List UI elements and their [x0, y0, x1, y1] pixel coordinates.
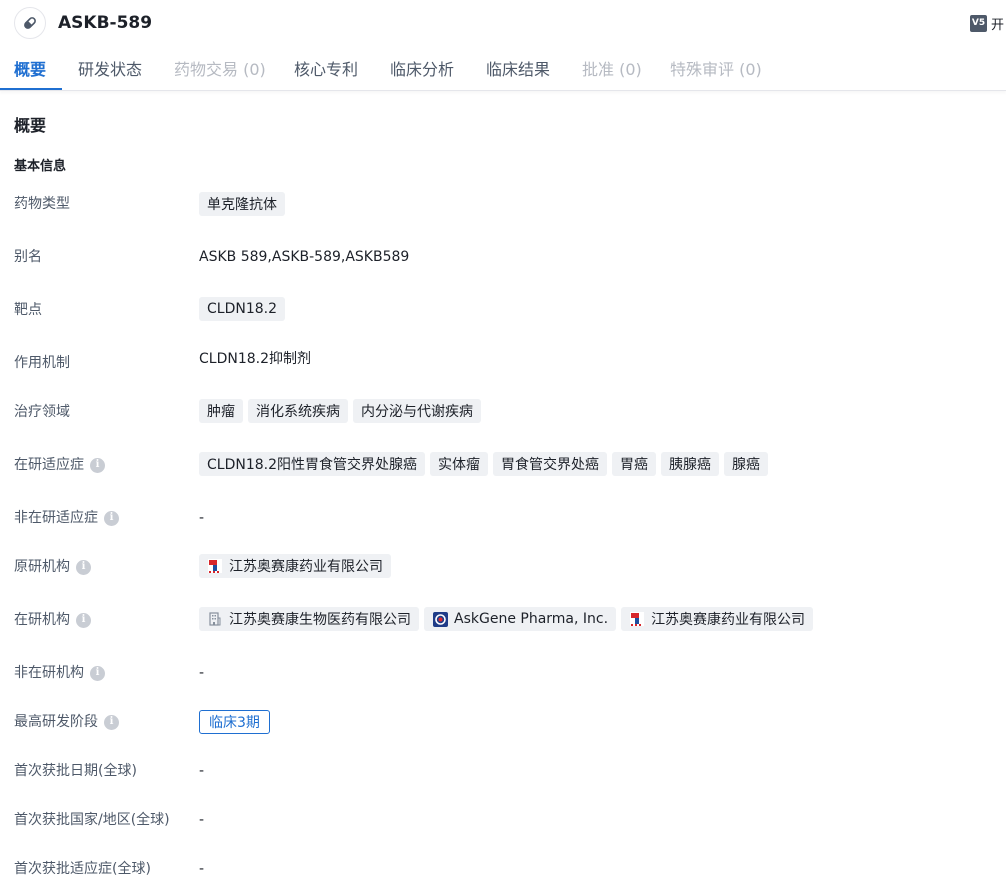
alias-text: ASKB 589,ASKB-589,ASKB589: [199, 249, 410, 265]
mechanism-value: CLDN18.2抑制剂: [199, 350, 311, 368]
org-tag[interactable]: 江苏奥赛康药业有限公司: [621, 607, 814, 631]
org-name: 江苏奥赛康药业有限公司: [229, 559, 383, 575]
highest-phase-value: 临床3期: [199, 710, 270, 734]
info-icon[interactable]: i: [90, 665, 105, 681]
indication-tag[interactable]: 实体瘤: [430, 452, 488, 476]
inactive-org-value: -: [199, 664, 204, 682]
drug-title: ASKB-589: [58, 13, 153, 33]
target-label: 靶点: [14, 302, 42, 318]
org-name: 江苏奥赛康药业有限公司: [651, 612, 806, 628]
drug-type-label: 药物类型: [14, 196, 70, 212]
first-approval-date-label: 首次获批日期(全球): [14, 763, 137, 779]
tab-clinical-analysis[interactable]: 临床分析: [390, 60, 454, 80]
tab-approvals[interactable]: 批准 (0): [582, 60, 642, 80]
first-approval-indication-label: 首次获批适应症(全球): [14, 861, 151, 877]
mechanism-label: 作用机制: [14, 355, 70, 371]
therapeutic-area-tag[interactable]: 肿瘤: [199, 399, 243, 423]
alias-label: 别名: [14, 249, 42, 265]
drug-type-value: 单克隆抗体: [199, 192, 285, 216]
first-approval-country-value: -: [199, 811, 204, 829]
aosaikang-logo-icon: [629, 611, 645, 627]
inactive-indication-label: 非在研适应症 i: [14, 509, 119, 527]
org-name: 江苏奥赛康生物医药有限公司: [229, 612, 411, 628]
version-label: 开: [991, 17, 1005, 33]
therapeutic-area-label: 治疗领域: [14, 404, 70, 420]
tab-bar: 概要 研发状态 药物交易 (0) 核心专利 临床分析 临床结果 批准 (0) 特…: [0, 52, 1006, 91]
info-icon[interactable]: i: [104, 714, 119, 730]
org-tag[interactable]: 江苏奥赛康生物医药有限公司: [199, 607, 419, 631]
first-approval-country-label: 首次获批国家/地区(全球): [14, 812, 170, 828]
indication-tag[interactable]: 胃食管交界处癌: [493, 452, 607, 476]
first-approval-country-text: -: [199, 812, 205, 828]
info-icon[interactable]: i: [76, 612, 91, 628]
first-approval-date-value: -: [199, 762, 204, 780]
page-header: ASKB-589 V5 开: [0, 0, 1006, 46]
active-tab-indicator: [0, 88, 62, 90]
first-approval-indication-value: -: [199, 860, 204, 878]
indication-tag[interactable]: 胰腺癌: [661, 452, 719, 476]
info-icon[interactable]: i: [76, 559, 91, 575]
info-icon[interactable]: i: [90, 457, 105, 473]
active-org-value: 江苏奥赛康生物医药有限公司 AskGene Pharma, Inc. 江苏奥赛康…: [199, 607, 814, 631]
tab-overview[interactable]: 概要: [14, 60, 46, 80]
therapeutic-area-value: 肿瘤 消化系统疾病 内分泌与代谢疾病: [199, 399, 481, 423]
inactive-org-label: 非在研机构 i: [14, 664, 105, 682]
tab-special-review[interactable]: 特殊审评 (0): [670, 60, 762, 80]
indication-tag[interactable]: 腺癌: [724, 452, 768, 476]
building-icon: [207, 611, 223, 627]
originator-label: 原研机构 i: [14, 558, 91, 576]
tab-clinical-results[interactable]: 临床结果: [486, 60, 550, 80]
org-name: AskGene Pharma, Inc.: [454, 611, 609, 627]
phase-tag[interactable]: 临床3期: [199, 710, 270, 734]
org-tag[interactable]: 江苏奥赛康药业有限公司: [199, 554, 391, 578]
inactive-indication-text: -: [199, 510, 205, 526]
askgene-logo-icon: [432, 611, 448, 627]
tab-rd-status[interactable]: 研发状态: [78, 60, 142, 80]
basic-info-title: 基本信息: [14, 159, 67, 174]
first-approval-indication-text: -: [199, 861, 205, 877]
therapeutic-area-tag[interactable]: 内分泌与代谢疾病: [353, 399, 481, 423]
active-indication-label: 在研适应症 i: [14, 456, 105, 474]
version-button[interactable]: V5 开: [970, 14, 1005, 33]
tab-drug-deals[interactable]: 药物交易 (0): [174, 60, 266, 80]
alias-value: ASKB 589,ASKB-589,ASKB589: [199, 248, 409, 266]
pill-icon: [14, 7, 46, 39]
target-tag[interactable]: CLDN18.2: [199, 297, 285, 321]
inactive-org-text: -: [199, 665, 205, 681]
section-title: 概要: [14, 116, 47, 135]
inactive-indication-value: -: [199, 509, 204, 527]
aosaikang-logo-icon: [207, 558, 223, 574]
info-icon[interactable]: i: [104, 510, 119, 526]
originator-value: 江苏奥赛康药业有限公司: [199, 554, 391, 578]
target-value: CLDN18.2: [199, 297, 285, 321]
indication-tag[interactable]: 胃癌: [612, 452, 656, 476]
active-org-label: 在研机构 i: [14, 611, 91, 629]
therapeutic-area-tag[interactable]: 消化系统疾病: [248, 399, 348, 423]
first-approval-date-text: -: [199, 763, 205, 779]
indication-tag[interactable]: CLDN18.2阳性胃食管交界处腺癌: [199, 452, 425, 476]
version-badge: V5: [970, 14, 987, 32]
tab-core-patents[interactable]: 核心专利: [294, 60, 358, 80]
highest-phase-label: 最高研发阶段 i: [14, 713, 119, 731]
drug-type-tag[interactable]: 单克隆抗体: [199, 192, 285, 216]
mechanism-text[interactable]: CLDN18.2抑制剂: [199, 350, 311, 368]
active-indication-value: CLDN18.2阳性胃食管交界处腺癌 实体瘤 胃食管交界处癌 胃癌 胰腺癌 腺癌: [199, 452, 768, 476]
org-tag[interactable]: AskGene Pharma, Inc.: [424, 607, 617, 631]
